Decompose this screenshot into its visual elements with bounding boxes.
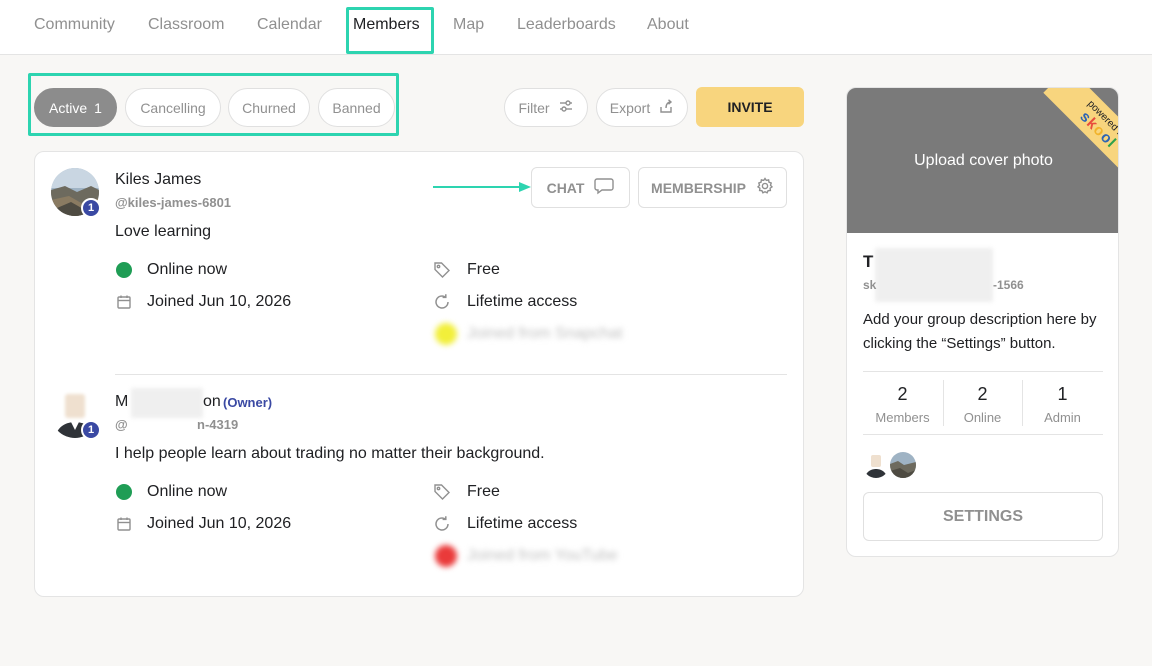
online-status-icon — [116, 262, 132, 278]
member-bio: I help people learn about trading no mat… — [115, 445, 545, 462]
stats-bottom-divider — [863, 434, 1103, 435]
member-name[interactable]: Kiles James — [115, 171, 201, 189]
member-bio: Love learning — [115, 223, 212, 240]
member-name-end[interactable]: on — [203, 393, 221, 411]
price-tag-icon — [433, 483, 451, 501]
member-avatar-mini[interactable] — [890, 452, 916, 478]
tab-about[interactable]: About — [647, 16, 689, 34]
redacted-area — [131, 388, 203, 418]
stats-top-divider — [863, 371, 1103, 372]
group-url-start: sk — [863, 278, 877, 292]
access-type: Lifetime access — [467, 293, 578, 310]
snapchat-icon — [435, 323, 457, 345]
filter-pills-highlight — [28, 73, 399, 136]
tab-classroom[interactable]: Classroom — [148, 16, 224, 34]
access-type: Lifetime access — [467, 515, 578, 532]
stat-online-value: 2 — [977, 384, 988, 404]
owner-tag: (Owner) — [223, 395, 273, 410]
top-navigation: Community Classroom Calendar Members Map… — [0, 0, 1152, 55]
gear-icon — [756, 177, 774, 198]
tab-community[interactable]: Community — [34, 16, 115, 34]
export-button[interactable]: Export — [596, 88, 688, 127]
group-url-end: -1566 — [993, 278, 1024, 292]
membership-button[interactable]: MEMBERSHIP — [638, 167, 787, 208]
member-handle: @kiles-james-6801 — [115, 195, 232, 210]
stat-members-label: Members — [875, 410, 930, 425]
group-info-card: Upload cover photo powered by skool T sk… — [846, 87, 1119, 557]
refresh-icon — [433, 515, 451, 533]
chat-bubble-icon — [594, 177, 615, 198]
members-list-card: 1 Kiles James @kiles-james-6801 CHAT MEM… — [34, 151, 804, 597]
level-badge: 1 — [81, 420, 101, 440]
youtube-icon — [435, 545, 457, 567]
online-status: Online now — [147, 483, 228, 500]
tab-leaderboards[interactable]: Leaderboards — [517, 16, 616, 34]
chat-label: CHAT — [546, 179, 585, 196]
filter-label: Filter — [518, 99, 550, 116]
join-source: Joined from YouTube — [467, 547, 618, 564]
membership-price: Free — [467, 483, 500, 500]
export-label: Export — [609, 99, 651, 116]
joined-date: Joined Jun 10, 2026 — [147, 515, 292, 532]
chat-button[interactable]: CHAT — [531, 167, 630, 208]
sliders-icon — [558, 98, 574, 117]
price-tag-icon — [433, 261, 451, 279]
members-tab-highlight — [346, 7, 434, 54]
stat-admin-value: 1 — [1057, 384, 1068, 404]
member-handle-start: @ — [115, 417, 128, 432]
level-badge: 1 — [81, 198, 101, 218]
group-description: Add your group description here by click… — [863, 311, 1097, 352]
online-status: Online now — [147, 261, 228, 278]
filter-button[interactable]: Filter — [504, 88, 588, 127]
refresh-icon — [433, 293, 451, 311]
settings-button[interactable]: SETTINGS — [863, 492, 1103, 541]
arrow-right-icon — [433, 182, 531, 192]
group-name-start: T — [863, 252, 874, 271]
member-avatar-mini[interactable] — [863, 452, 889, 478]
membership-price: Free — [467, 261, 500, 278]
member-name-start[interactable]: M — [115, 393, 128, 411]
stat-online-label: Online — [963, 410, 1002, 425]
member-handle-end: n-4319 — [197, 417, 239, 432]
member-divider — [115, 374, 787, 375]
tab-map[interactable]: Map — [453, 16, 484, 34]
stat-admin-label: Admin — [1044, 410, 1081, 425]
redacted-area — [875, 248, 993, 302]
joined-date: Joined Jun 10, 2026 — [147, 293, 292, 310]
calendar-icon — [115, 293, 133, 311]
tab-calendar[interactable]: Calendar — [257, 16, 322, 34]
powered-by-ribbon[interactable]: powered by skool — [1027, 88, 1118, 202]
membership-label: MEMBERSHIP — [651, 179, 746, 196]
export-icon — [658, 98, 674, 117]
stat-members-value: 2 — [897, 384, 908, 404]
join-source: Joined from Snapchat — [467, 325, 623, 342]
invite-button[interactable]: INVITE — [696, 87, 804, 127]
online-status-icon — [116, 484, 132, 500]
calendar-icon — [115, 515, 133, 533]
